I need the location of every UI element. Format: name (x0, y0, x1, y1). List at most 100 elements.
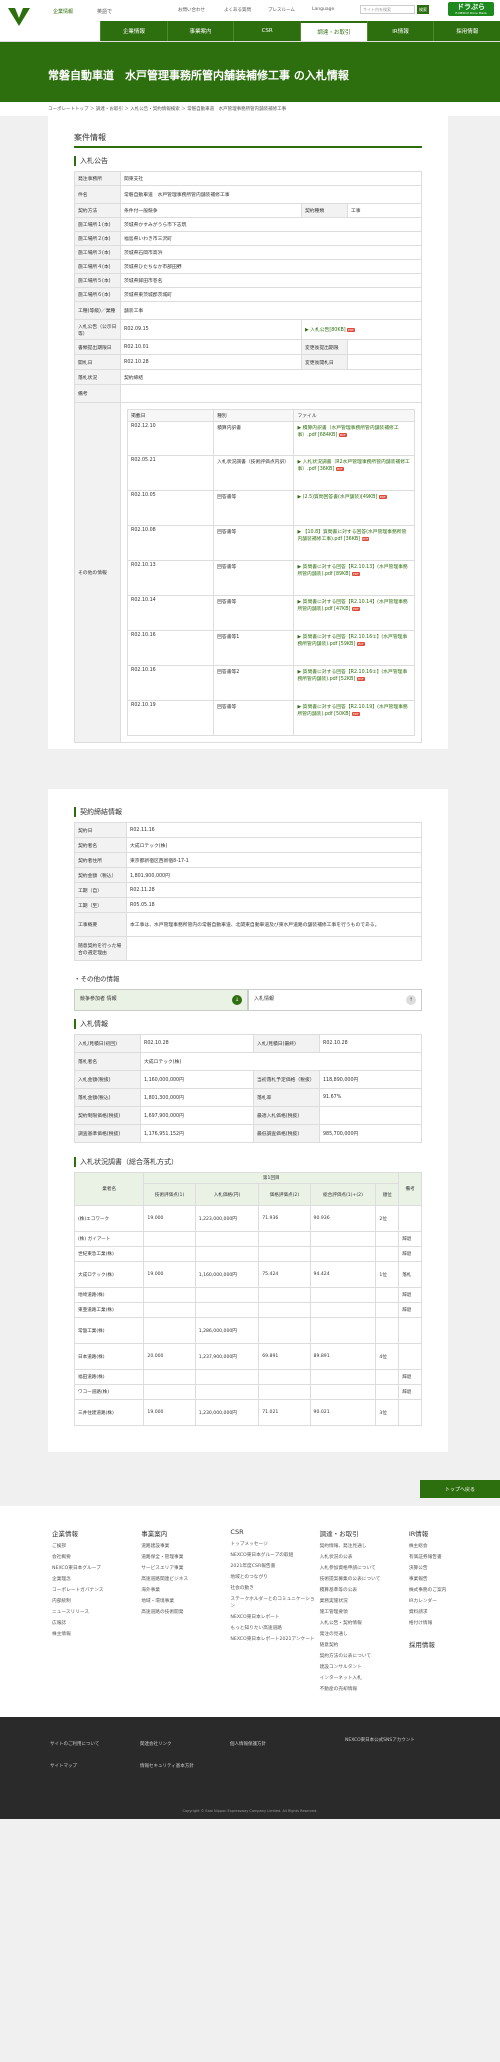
footer-link[interactable]: 格付け情報 (409, 1620, 494, 1627)
cell: 辞退 (398, 1302, 422, 1318)
footer-link[interactable]: 道路保全・管理事業 (141, 1554, 226, 1561)
footer-col-heading[interactable]: IR情報 (409, 1528, 494, 1538)
footer-link-sns[interactable]: NEXCO東日本公式SNSアカウント (345, 1737, 415, 1743)
press-link[interactable]: プレスルーム (268, 7, 295, 13)
file-link[interactable]: ▶ 【10.8】質問書に対する回答(水戸管理事務所管内舗装補修工事).pdf [… (293, 525, 415, 561)
footer-col-heading[interactable]: 企業情報 (52, 1528, 137, 1538)
footer-link[interactable]: 決算公告 (409, 1565, 494, 1572)
file-link[interactable]: ▶ 質問書に対する回答【R2.10.19】(水戸管理事務所管内舗装).pdf [… (293, 700, 415, 736)
footer-link[interactable]: 発注の見通し (320, 1631, 405, 1638)
nexco-logo[interactable] (8, 6, 30, 26)
cell: 2位 (375, 1205, 400, 1232)
footer-link[interactable]: 内部統制 (52, 1598, 137, 1605)
footer-link[interactable]: 株式事務のご案内 (409, 1587, 494, 1594)
footer-link[interactable]: 不動産の売却情報 (320, 1686, 405, 1693)
footer-link[interactable]: ステークホルダーとのコミュニケーション (230, 1596, 315, 1610)
breadcrumb[interactable]: コーポレートトップ ＞ 調達・お取引 ＞ 入札公告・契約情報検索 ＞ 常磐自動車… (0, 102, 500, 116)
contact-link[interactable]: お問い合わせ (178, 7, 205, 13)
nav-business[interactable]: 事業案内 (166, 21, 234, 41)
footer-link[interactable]: 地域とのつながり (230, 1574, 315, 1581)
footer-link[interactable]: 技術提案募集の公表について (320, 1576, 405, 1583)
row-value: R02.11.28 (126, 882, 422, 898)
footer-link[interactable]: 高速道路関連ビジネス (141, 1576, 226, 1583)
file-link[interactable]: ▶ 質問書に対する回答【R2.10.14】(水戸管理事務所管内舗装).pdf [… (293, 595, 415, 631)
nav-procurement[interactable]: 調達・お取引 (300, 21, 367, 41)
drapura-logo[interactable]: ドラぷら E-NEXCO Drive Plaza (448, 2, 494, 16)
nav-csr[interactable]: CSR (233, 21, 300, 41)
notice-file-link[interactable]: ▶ 入札公告[80KB] PDF (300, 319, 423, 340)
footer-link[interactable]: 2021年度CSR報告書 (230, 1563, 315, 1570)
search-input[interactable]: サイト内を検索 (360, 5, 415, 14)
footer-link[interactable]: 契約情報、発注見通し (320, 1543, 405, 1550)
cell (194, 1246, 260, 1262)
footer-link[interactable]: NEXCO東日本レポート (230, 1614, 315, 1621)
footer-link[interactable]: 施工管理要領 (320, 1609, 405, 1616)
faq-link[interactable]: よくある質問 (224, 7, 251, 13)
footer-link[interactable]: 海外事業 (141, 1587, 226, 1594)
footer-link[interactable]: 株主情報 (52, 1631, 137, 1638)
footer-link[interactable]: 事業報告 (409, 1576, 494, 1583)
group-link[interactable]: 企業情報 (53, 8, 73, 15)
language-select[interactable]: Language (312, 7, 334, 12)
footer-link[interactable]: 入札状況の公表 (320, 1554, 405, 1561)
footer-link-privacy[interactable]: 個人情報保護方針 (230, 1741, 266, 1747)
footer-link[interactable]: 随意契約 (320, 1642, 405, 1649)
case-row: 施工場所６(本) 茨城県東茨城郡茨城町 (74, 287, 422, 302)
tab-bid-info[interactable]: 入札情報 ↑ (248, 989, 422, 1011)
footer-link[interactable]: 株主総会 (409, 1543, 494, 1550)
footer-col-heading[interactable]: 採用情報 (409, 1639, 494, 1649)
file-link[interactable]: ▶ 入札状況調書（R2水戸管理事務所管内舗装補修工事）.pdf [36KB] P… (293, 455, 415, 491)
row-value: 福島県いわき市三沢町 (120, 231, 422, 246)
footer-link[interactable]: 道路建設事業 (141, 1543, 226, 1550)
language-link[interactable]: 英語で (97, 8, 112, 15)
row-value: 118,890,000円 (318, 1070, 423, 1089)
file-link[interactable]: ▶ 積算内訳書（水戸管理事務所管内舗装補修工事）.pdf [684KB] PDF (293, 421, 415, 456)
footer-link[interactable]: ニュースリリース (52, 1609, 137, 1616)
cell (143, 1317, 196, 1344)
footer-link-affiliates[interactable]: 関連会社リンク (140, 1741, 172, 1747)
footer-link[interactable]: インターネット入札 (320, 1675, 405, 1682)
nav-ir[interactable]: IR情報 (366, 21, 434, 41)
file-link[interactable]: ▶ (2.5)質問回答書(水戸舗装)[49KB] PDF (293, 490, 415, 526)
footer-link[interactable]: 有価証券報告書 (409, 1554, 494, 1561)
footer-link[interactable]: NEXCO東日本グループ (52, 1565, 137, 1572)
footer-link[interactable]: 入札参加資格申請について (320, 1565, 405, 1572)
footer-col-heading[interactable]: 事業案内 (141, 1528, 226, 1538)
footer-link[interactable]: 高速道路の技術開発 (141, 1609, 226, 1616)
search-button[interactable]: 検索 (417, 5, 429, 14)
footer-link[interactable]: 会社概要 (52, 1554, 137, 1561)
footer-link[interactable]: 資料請求 (409, 1609, 494, 1616)
footer-link-terms[interactable]: サイトのご利用について (50, 1741, 99, 1747)
footer-link[interactable]: 積算基準等の公表 (320, 1587, 405, 1594)
type-cell: 回答書等1 (213, 630, 295, 666)
footer-link[interactable]: NEXCO東日本グループの取組 (230, 1552, 315, 1559)
file-link[interactable]: ▶ 質問書に対する回答【R2.10.16①】(水戸管理事務所管内舗装).pdf … (293, 630, 415, 666)
file-link[interactable]: ▶ 質問書に対する回答【R2.10.16②】(水戸管理事務所管内舗装).pdf … (293, 665, 415, 701)
footer-link[interactable]: トップメッセージ (230, 1541, 315, 1548)
footer-link-security[interactable]: 情報セキュリティ基本方針 (140, 1763, 194, 1769)
file-link[interactable]: ▶ 質問書に対する回答【R2.10.13】(水戸管理事務所管内舗装).pdf [… (293, 560, 415, 596)
footer-link[interactable]: NEXCO東日本レポート2021アンケート (230, 1636, 315, 1643)
footer-link[interactable]: 契約方法の公表について (320, 1653, 405, 1660)
back-to-top-button[interactable]: トップへ戻る (420, 1480, 500, 1498)
tab-competitors[interactable]: 競争参加者 情報 ↓ (74, 989, 248, 1011)
footer-link[interactable]: コーポレートガバナンス (52, 1587, 137, 1594)
footer-link[interactable]: 入札公告・契約情報 (320, 1620, 405, 1627)
footer-col-heading[interactable]: CSR (230, 1528, 315, 1536)
nav-corporate[interactable]: 企業情報 (100, 21, 167, 41)
footer-link[interactable]: ご挨拶 (52, 1543, 137, 1550)
nav-recruit[interactable]: 採用情報 (433, 21, 500, 41)
footer-link[interactable]: サービスエリア事業 (141, 1565, 226, 1572)
footer-link[interactable]: IRカレンダー (409, 1598, 494, 1605)
footer-col-heading[interactable]: 調達・お取引 (320, 1528, 405, 1538)
footer-link[interactable]: もっと知りたい高速道路 (230, 1625, 315, 1632)
footer-link[interactable]: 地域・環境事業 (141, 1598, 226, 1605)
row-label: 契約種類 (300, 203, 348, 218)
contract-row: 工事概要 本工事は、水戸管理事務所管内の常磐自動車道、北関東自動車道及び東水戸道路… (74, 912, 422, 937)
footer-link[interactable]: 業務実施状況 (320, 1598, 405, 1605)
footer-link[interactable]: 広報誌 (52, 1620, 137, 1627)
footer-link-sitemap[interactable]: サイトマップ (50, 1763, 77, 1769)
footer-link[interactable]: 企業理念 (52, 1576, 137, 1583)
footer-link[interactable]: 社会の動き (230, 1585, 315, 1592)
footer-link[interactable]: 建設コンサルタント (320, 1664, 405, 1671)
